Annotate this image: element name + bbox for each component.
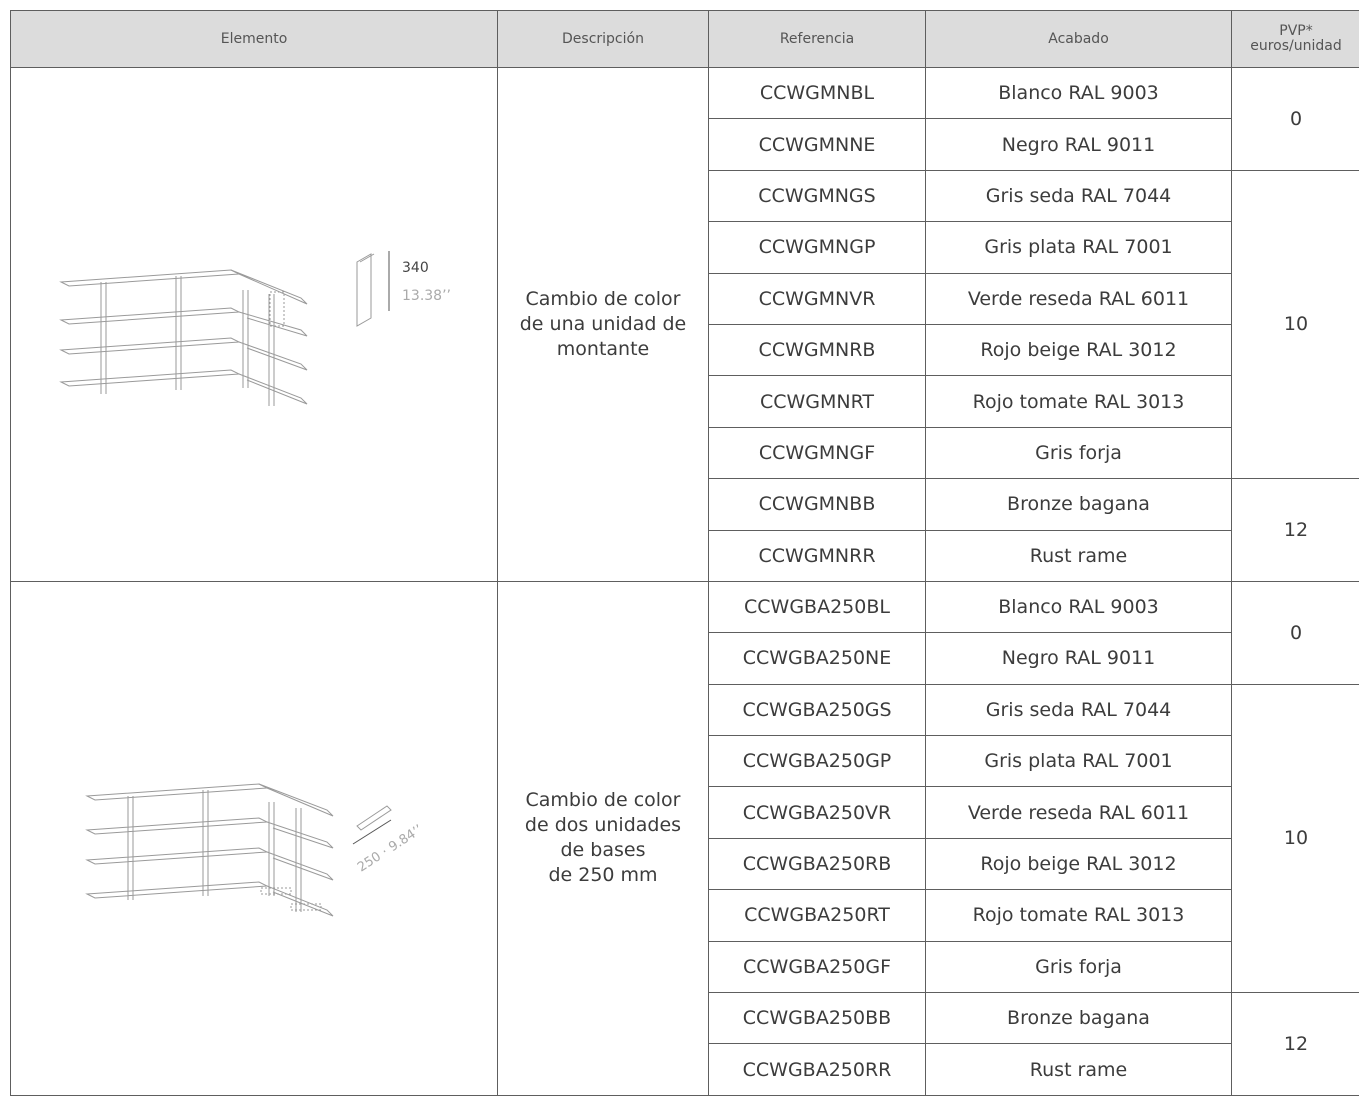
ref-cell: CCWGMNBB <box>709 479 926 530</box>
price-table: Elemento Descripción Referencia Acabado … <box>10 10 1359 1096</box>
price-cell: 0 <box>1232 68 1359 171</box>
ref-cell: CCWGBA250BL <box>709 581 926 632</box>
ref-cell: CCWGMNBL <box>709 68 926 119</box>
ref-cell: CCWGMNRB <box>709 324 926 375</box>
finish-cell: Blanco RAL 9003 <box>926 581 1232 632</box>
header-pvp-unit: euros/unidad <box>1232 39 1359 54</box>
ref-cell: CCWGBA250VR <box>709 787 926 838</box>
ref-cell: CCWGBA250NE <box>709 633 926 684</box>
ref-cell: CCWGMNRR <box>709 530 926 581</box>
description-line: de 250 mm <box>498 863 708 888</box>
finish-cell: Gris plata RAL 7001 <box>926 736 1232 787</box>
finish-cell: Blanco RAL 9003 <box>926 68 1232 119</box>
shelving-montante-illustration <box>11 68 498 578</box>
finish-cell: Negro RAL 9011 <box>926 633 1232 684</box>
ref-cell: CCWGBA250RT <box>709 890 926 941</box>
finish-cell: Gris forja <box>926 427 1232 478</box>
ref-cell: CCWGMNRT <box>709 376 926 427</box>
element-illustration-bases: 250 · 9.84’’ <box>11 581 498 1095</box>
dimension-main: 340 <box>402 260 429 276</box>
ref-cell: CCWGMNGS <box>709 170 926 221</box>
description-bases: Cambio de color de dos unidades de bases… <box>498 581 709 1095</box>
dimension-label: 250 · 9.84’’ <box>355 822 426 875</box>
description-line: montante <box>498 337 708 362</box>
header-acabado: Acabado <box>926 11 1232 68</box>
table-row: 340 13.38’’ Cambio de color de una unida… <box>11 68 1359 119</box>
header-row: Elemento Descripción Referencia Acabado … <box>11 11 1359 68</box>
header-referencia: Referencia <box>709 11 926 68</box>
finish-cell: Rust rame <box>926 530 1232 581</box>
price-cell: 12 <box>1232 479 1359 582</box>
finish-cell: Bronze bagana <box>926 479 1232 530</box>
finish-cell: Verde reseda RAL 6011 <box>926 273 1232 324</box>
description-montante: Cambio de color de una unidad de montant… <box>498 68 709 582</box>
header-pvp-label: PVP* <box>1232 24 1359 39</box>
element-illustration-montante: 340 13.38’’ <box>11 68 498 582</box>
finish-cell: Gris forja <box>926 941 1232 992</box>
description-line: Cambio de color <box>498 287 708 312</box>
ref-cell: CCWGBA250GF <box>709 941 926 992</box>
ref-cell: CCWGBA250GP <box>709 736 926 787</box>
description-line: de bases <box>498 838 708 863</box>
finish-cell: Negro RAL 9011 <box>926 119 1232 170</box>
ref-cell: CCWGBA250BB <box>709 993 926 1044</box>
price-cell: 10 <box>1232 684 1359 992</box>
price-cell: 0 <box>1232 581 1359 684</box>
finish-cell: Rojo beige RAL 3012 <box>926 324 1232 375</box>
ref-cell: CCWGMNGP <box>709 222 926 273</box>
ref-cell: CCWGBA250GS <box>709 684 926 735</box>
shelving-bases-illustration: 250 · 9.84’’ <box>11 582 498 1092</box>
finish-cell: Bronze bagana <box>926 993 1232 1044</box>
finish-cell: Rojo tomate RAL 3013 <box>926 376 1232 427</box>
finish-cell: Rojo beige RAL 3012 <box>926 838 1232 889</box>
dimension-alt: 13.38’’ <box>402 288 451 304</box>
ref-cell: CCWGMNGF <box>709 427 926 478</box>
finish-cell: Verde reseda RAL 6011 <box>926 787 1232 838</box>
ref-cell: CCWGMNNE <box>709 119 926 170</box>
finish-cell: Rojo tomate RAL 3013 <box>926 890 1232 941</box>
finish-cell: Gris plata RAL 7001 <box>926 222 1232 273</box>
finish-cell: Gris seda RAL 7044 <box>926 170 1232 221</box>
ref-cell: CCWGBA250RB <box>709 838 926 889</box>
finish-cell: Gris seda RAL 7044 <box>926 684 1232 735</box>
header-elemento: Elemento <box>11 11 498 68</box>
header-pvp: PVP* euros/unidad <box>1232 11 1359 68</box>
description-line: de dos unidades <box>498 813 708 838</box>
description-line: de una unidad de <box>498 312 708 337</box>
table-row: 250 · 9.84’’ Cambio de color de dos unid… <box>11 581 1359 632</box>
header-descripcion: Descripción <box>498 11 709 68</box>
price-cell: 12 <box>1232 993 1359 1096</box>
description-line: Cambio de color <box>498 788 708 813</box>
price-cell: 10 <box>1232 170 1359 478</box>
ref-cell: CCWGMNVR <box>709 273 926 324</box>
